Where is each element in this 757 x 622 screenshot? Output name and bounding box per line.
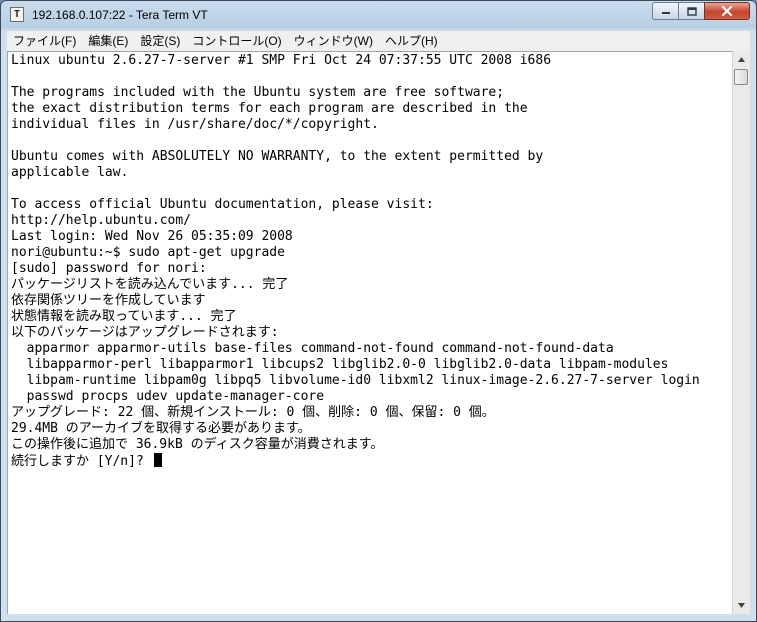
tera-term-icon[interactable]: T: [10, 7, 24, 22]
minimize-icon: [661, 12, 670, 14]
terminal-area[interactable]: Linux ubuntu 2.6.27-7-server #1 SMP Fri …: [7, 51, 732, 614]
terminal-line: libapparmor-perl libapparmor1 libcups2 l…: [11, 357, 669, 372]
terminal-cursor: [153, 453, 162, 467]
scroll-down-button[interactable]: [733, 597, 750, 614]
terminal-line: nori@ubuntu:~$ sudo apt-get upgrade: [11, 245, 285, 260]
maximize-button[interactable]: [678, 2, 705, 20]
terminal-line: individual files in /usr/share/doc/*/cop…: [11, 117, 379, 132]
arrow-up-icon: [738, 57, 745, 62]
terminal-line: Linux ubuntu 2.6.27-7-server #1 SMP Fri …: [11, 53, 552, 68]
terminal-line: Ubuntu comes with ABSOLUTELY NO WARRANTY…: [11, 149, 544, 164]
title-bar[interactable]: T 192.168.0.107:22 - Tera Term VT: [1, 1, 756, 29]
tera-term-window: T 192.168.0.107:22 - Tera Term VT ファイル(F…: [0, 0, 757, 622]
terminal-prompt: 続行しますか [Y/n]?: [11, 454, 152, 469]
menu-control[interactable]: コントロール(O): [186, 32, 287, 50]
menu-bar: ファイル(F) 編集(E) 設定(S) コントロール(O) ウィンドウ(W) ヘ…: [7, 30, 750, 51]
maximize-icon: [686, 6, 697, 16]
terminal-line: 29.4MB のアーカイブを取得する必要があります。: [11, 421, 311, 436]
terminal-prompt-line: 続行しますか [Y/n]?: [11, 453, 700, 469]
terminal-line: 状態情報を読み取っています... 完了: [11, 309, 237, 324]
terminal-line: passwd procps udev update-manager-core: [11, 389, 325, 404]
scrollbar-thumb[interactable]: [734, 69, 748, 85]
close-icon: [721, 6, 733, 16]
terminal-line: アップグレード: 22 個、新規インストール: 0 個、削除: 0 個、保留: …: [11, 405, 495, 420]
menu-help[interactable]: ヘルプ(H): [379, 32, 444, 50]
terminal-line: http://help.ubuntu.com/: [11, 213, 192, 228]
terminal-line: To access official Ubuntu documentation,…: [11, 197, 434, 212]
terminal-line: 依存関係ツリーを作成しています: [11, 293, 206, 308]
terminal-line: libpam-runtime libpam0g libpq5 libvolume…: [11, 373, 700, 388]
terminal-line: applicable law.: [11, 165, 129, 180]
minimize-button[interactable]: [652, 2, 679, 20]
terminal-line: The programs included with the Ubuntu sy…: [11, 85, 505, 100]
window-title: 192.168.0.107:22 - Tera Term VT: [32, 8, 208, 22]
terminal-line: the exact distribution terms for each pr…: [11, 101, 528, 116]
close-button[interactable]: [704, 2, 750, 20]
terminal-output: Linux ubuntu 2.6.27-7-server #1 SMP Fri …: [11, 53, 700, 469]
arrow-down-icon: [738, 603, 745, 608]
scroll-up-button[interactable]: [733, 51, 750, 68]
terminal-line: Last login: Wed Nov 26 05:35:09 2008: [11, 229, 293, 244]
menu-file[interactable]: ファイル(F): [7, 32, 82, 50]
menu-window[interactable]: ウィンドウ(W): [288, 32, 379, 50]
terminal-line: パッケージリストを読み込んでいます... 完了: [11, 277, 289, 292]
terminal-line: 以下のパッケージはアップグレードされます:: [11, 325, 279, 340]
vertical-scrollbar[interactable]: [732, 51, 750, 614]
terminal-line: apparmor apparmor-utils base-files comma…: [11, 341, 614, 356]
menu-edit[interactable]: 編集(E): [82, 32, 134, 50]
menu-setup[interactable]: 設定(S): [134, 32, 186, 50]
terminal-line: この操作後に追加で 36.9kB のディスク容量が消費されます。: [11, 437, 384, 452]
terminal-line: [sudo] password for nori:: [11, 261, 207, 276]
